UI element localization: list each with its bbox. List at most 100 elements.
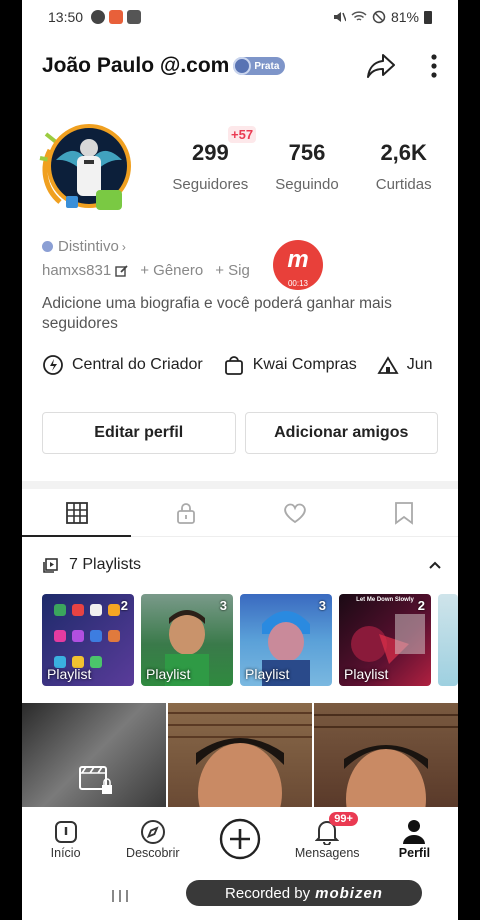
section-divider — [22, 481, 458, 489]
app-status-icon — [109, 10, 124, 24]
share-icon[interactable] — [366, 52, 396, 80]
stat-value: 2,6K — [380, 140, 427, 165]
shortcuts-row: Central do Criador Kwai Compras Jun — [42, 354, 458, 376]
recorder-brand: mobizen — [315, 884, 383, 902]
chevron-right-icon: › — [121, 239, 126, 254]
heart-icon — [283, 503, 306, 523]
video-thumbnail[interactable] — [168, 703, 312, 807]
nav-label: Perfil — [398, 846, 431, 860]
more-icon[interactable] — [430, 53, 438, 79]
nav-label: Mensagens — [294, 846, 360, 860]
home-icon — [54, 818, 78, 846]
screen: 13:50 81% João Paulo @.com Prata +57 299… — [22, 0, 458, 920]
nav-messages[interactable]: 99+ Mensagens — [284, 812, 371, 860]
blocked-icon — [372, 10, 386, 24]
nav-profile[interactable]: Perfil — [371, 818, 458, 860]
profile-stats: 299 Seguidores 756 Seguindo 2,6K Curtida… — [162, 140, 452, 193]
recorder-text: Recorded by — [225, 884, 311, 902]
recorder-overlay-button[interactable]: m 00:13 — [273, 240, 323, 290]
tab-posts[interactable] — [22, 489, 131, 537]
playlists-title: 7 Playlists — [69, 556, 142, 573]
shortcut-kwai-shop[interactable]: Kwai Compras — [223, 354, 357, 376]
edit-icon — [115, 265, 128, 277]
content-tabs — [22, 489, 458, 537]
grid-icon — [65, 501, 88, 524]
stat-likes[interactable]: 2,6K Curtidas — [355, 140, 452, 193]
avatar[interactable] — [36, 120, 136, 216]
bookmark-icon — [394, 501, 413, 525]
nav-home[interactable]: Início — [22, 818, 109, 860]
playlist-label: Playlist — [146, 666, 191, 682]
status-time: 13:50 — [48, 9, 84, 25]
playlist-card[interactable]: Let Me Down Slowly 2 Playlist — [339, 594, 431, 686]
tab-saved[interactable] — [349, 489, 458, 536]
shopping-bag-icon — [224, 356, 243, 375]
person-icon — [402, 818, 426, 846]
playlist-count: 2 — [417, 598, 425, 613]
recorder-timer: 00:13 — [287, 279, 309, 288]
header-actions — [366, 52, 438, 80]
gallery-status-icon — [127, 10, 142, 24]
playlist-label: Playlist — [47, 666, 92, 682]
mobizen-logo-icon: m — [287, 246, 309, 273]
video-thumbnail[interactable] — [314, 703, 458, 807]
distintivo-icon — [42, 241, 53, 252]
mute-icon — [333, 12, 346, 22]
profile-header: João Paulo @.com Prata — [22, 44, 458, 88]
badge-icon — [233, 57, 252, 75]
add-friends-button[interactable]: Adicionar amigos — [244, 412, 438, 454]
playlist-icon — [43, 557, 58, 573]
stat-label: Seguidores — [172, 176, 249, 193]
shortcut-jun[interactable]: Jun — [377, 354, 433, 376]
playlist-count: 2 — [120, 598, 128, 613]
battery-percent: 81% — [390, 9, 419, 25]
edit-profile-button[interactable]: Editar perfil — [42, 412, 236, 454]
stat-value: 299 — [191, 140, 229, 165]
distintivo-link[interactable]: Distintivo › — [42, 238, 126, 255]
nav-label: Descobrir — [126, 846, 180, 860]
playlist-card[interactable]: 3 Playlist — [141, 594, 233, 686]
mobizen-status-icon — [91, 10, 106, 24]
lock-icon — [176, 502, 195, 524]
playlist-label: Playlist — [344, 666, 389, 682]
username: João Paulo @.com — [42, 54, 230, 77]
bell-icon: 99+ — [315, 812, 358, 846]
stat-label: Seguindo — [275, 176, 339, 193]
recent-apps-icon[interactable] — [110, 888, 130, 904]
level-badge[interactable]: Prata — [233, 57, 286, 75]
distintivo-label: Distintivo — [58, 238, 119, 255]
playlists-header[interactable]: 7 Playlists — [42, 552, 442, 578]
status-right: 81% — [332, 9, 432, 25]
bio-placeholder[interactable]: Adicione uma biografia e você poderá gan… — [42, 294, 442, 334]
shortcut-label: Jun — [406, 356, 433, 373]
handle[interactable]: hamxs831 — [42, 262, 128, 279]
stat-followers[interactable]: 299 Seguidores — [162, 140, 259, 193]
draft-icon — [79, 766, 112, 794]
handle-text: hamxs831 — [42, 262, 112, 279]
tab-private[interactable] — [131, 489, 240, 536]
nav-label: Início — [50, 846, 81, 860]
add-gender-button[interactable]: + Gênero — [140, 262, 203, 279]
messages-badge: 99+ — [329, 812, 358, 826]
recorder-watermark: Recorded by mobizen — [186, 880, 422, 906]
bottom-nav: Início Descobrir 99+ Mensagens Perfil — [22, 808, 458, 870]
nav-create[interactable] — [196, 818, 283, 860]
add-sign-button[interactable]: + Sig — [215, 262, 250, 279]
chevron-up-icon[interactable] — [428, 560, 442, 570]
playlist-card[interactable]: 2 Playlist — [42, 594, 134, 686]
shortcut-label: Central do Criador — [72, 356, 203, 373]
profile-meta-row: hamxs831 + Gênero + Sig — [42, 262, 250, 279]
compass-icon — [140, 818, 166, 846]
tent-icon — [377, 356, 399, 374]
nav-discover[interactable]: Descobrir — [109, 818, 196, 860]
playlist-count: 3 — [318, 598, 326, 613]
shortcut-creator-center[interactable]: Central do Criador — [42, 354, 203, 376]
stat-following[interactable]: 756 Seguindo — [259, 140, 356, 193]
playlist-card[interactable]: 3 Playlist — [240, 594, 332, 686]
video-thumbnail[interactable] — [22, 703, 166, 807]
stat-label: Curtidas — [375, 176, 432, 193]
stat-value: 756 — [288, 140, 326, 165]
tab-liked[interactable] — [240, 489, 349, 536]
playlist-card-partial[interactable] — [438, 594, 458, 686]
wifi-icon — [351, 11, 367, 21]
